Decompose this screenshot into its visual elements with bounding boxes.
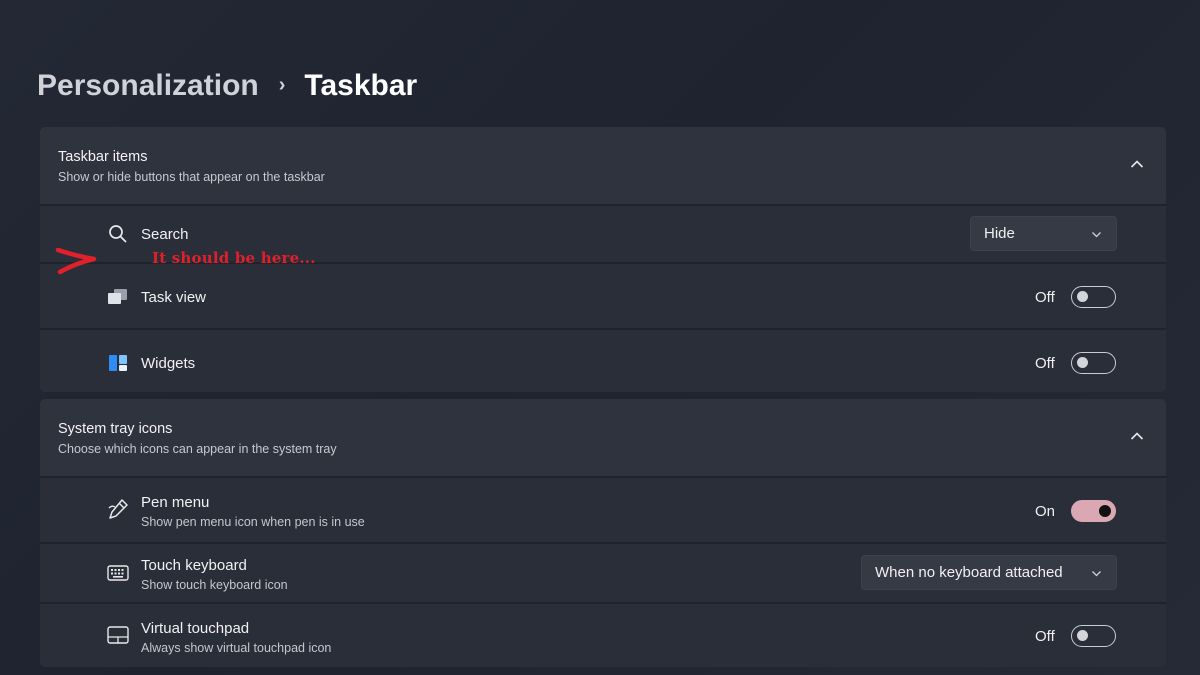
toggle-knob <box>1077 630 1088 641</box>
breadcrumb: Personalization › Taskbar <box>37 64 417 108</box>
setting-label: Virtual touchpad <box>141 620 250 637</box>
toggle-state-label: Off <box>1035 355 1055 372</box>
setting-label: Search <box>141 226 189 243</box>
section-subtitle: Show or hide buttons that appear on the … <box>58 170 325 184</box>
toggle-state-label: On <box>1035 503 1056 520</box>
touchpad-icon <box>107 624 129 646</box>
dropdown-value: When no keyboard attached <box>875 564 1063 581</box>
section-subtitle: Choose which icons can appear in the sys… <box>58 442 337 456</box>
toggle-knob <box>1099 504 1111 517</box>
pen-menu-toggle[interactable] <box>1071 500 1116 522</box>
setting-description: Always show virtual touchpad icon <box>141 641 332 655</box>
annotation-text: It should be here... <box>152 249 316 267</box>
setting-label: Touch keyboard <box>141 557 247 574</box>
section-title: System tray icons <box>58 421 173 437</box>
taskbar-items-header[interactable]: Taskbar items Show or hide buttons that … <box>40 127 1166 204</box>
section-title: Taskbar items <box>58 149 148 165</box>
toggle-knob <box>1077 291 1088 302</box>
search-mode-dropdown[interactable]: Hide <box>970 216 1117 251</box>
keyboard-icon <box>107 562 129 584</box>
system-tray-section: System tray icons Choose which icons can… <box>40 399 1166 667</box>
chevron-down-icon <box>1092 571 1101 577</box>
touch-keyboard-dropdown[interactable]: When no keyboard attached <box>861 555 1117 590</box>
setting-row-virtual-touchpad: Virtual touchpad Always show virtual tou… <box>40 602 1166 667</box>
task-view-icon <box>107 286 129 308</box>
breadcrumb-separator: › <box>278 73 286 96</box>
chevron-down-icon <box>1092 232 1101 238</box>
chevron-up-icon[interactable] <box>1130 429 1144 443</box>
search-icon <box>107 223 129 245</box>
setting-label: Task view <box>141 289 207 306</box>
setting-row-task-view: Task view Off <box>40 262 1166 328</box>
widgets-icon <box>107 352 129 374</box>
dropdown-value: Hide <box>984 225 1015 242</box>
system-tray-header[interactable]: System tray icons Choose which icons can… <box>40 399 1166 476</box>
virtual-touchpad-toggle[interactable] <box>1071 625 1116 647</box>
setting-row-widgets: Widgets Off <box>40 328 1166 392</box>
toggle-knob <box>1077 357 1088 368</box>
setting-label: Pen menu <box>141 494 210 511</box>
chevron-up-icon[interactable] <box>1130 157 1144 171</box>
setting-label: Widgets <box>141 355 196 372</box>
setting-description: Show touch keyboard icon <box>141 578 288 592</box>
setting-row-pen-menu: Pen menu Show pen menu icon when pen is … <box>40 476 1166 542</box>
task-view-toggle[interactable] <box>1071 286 1116 308</box>
red-arrow-annotation-icon <box>55 247 97 275</box>
toggle-state-label: Off <box>1035 289 1055 306</box>
setting-row-touch-keyboard: Touch keyboard Show touch keyboard icon … <box>40 542 1166 602</box>
setting-description: Show pen menu icon when pen is in use <box>141 515 365 529</box>
toggle-state-label: Off <box>1035 628 1055 645</box>
pen-icon <box>107 498 129 520</box>
widgets-toggle[interactable] <box>1071 352 1116 374</box>
page-title: Taskbar <box>304 69 418 102</box>
breadcrumb-parent[interactable]: Personalization <box>37 69 259 103</box>
